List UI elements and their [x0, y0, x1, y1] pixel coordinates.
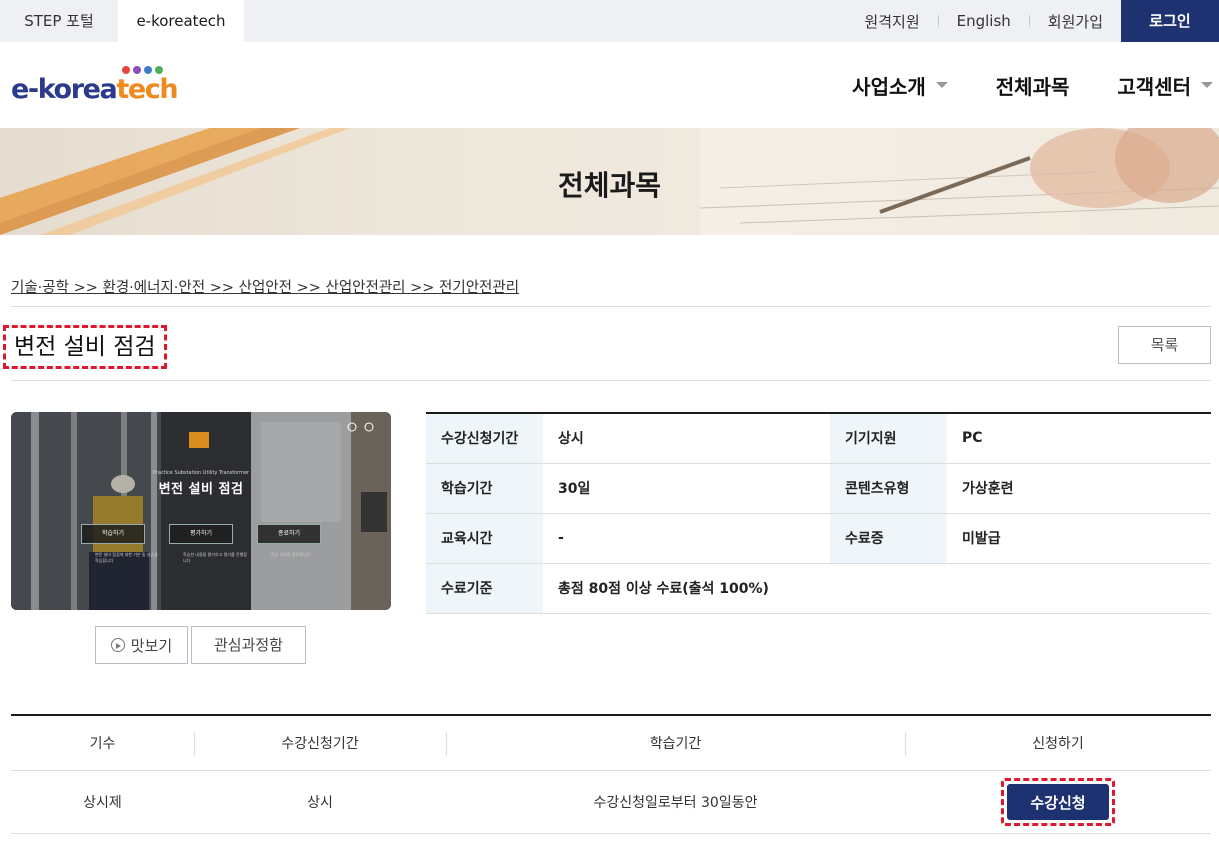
- nav-business-intro[interactable]: 사업소개: [852, 71, 948, 100]
- banner-title: 전체과목: [557, 169, 662, 202]
- apply-cell: 수강신청: [905, 771, 1211, 833]
- nav-label: 전체과목: [995, 74, 1070, 99]
- column-header: 신청하기: [1032, 736, 1084, 752]
- tab-e-koreatech[interactable]: e-koreatech: [118, 0, 244, 42]
- breadcrumb[interactable]: 기술·공학 >> 환경·에너지·안전 >> 산업안전 >> 산업안전관리 >> …: [11, 276, 519, 297]
- top-utility-bar: STEP 포털 e-koreatech 원격지원 English 회원가입 로그…: [0, 0, 1219, 42]
- logo-dot: [122, 66, 130, 74]
- course-info-table: 수강신청기간 상시 기기지원 PC 학습기간 30일 콘텐츠유형 가상훈련 교육…: [426, 412, 1211, 614]
- logo-dots: [122, 66, 163, 74]
- signup-link[interactable]: 회원가입: [1030, 11, 1121, 32]
- period-cell: 상시: [307, 795, 333, 811]
- info-value: 30일: [543, 463, 830, 514]
- duration-cell: 수강신청일로부터 30일동안: [593, 795, 758, 811]
- logo-dot: [155, 66, 163, 74]
- logo-main-text: e-korea: [11, 74, 118, 105]
- divider: [11, 380, 1211, 381]
- enroll-button[interactable]: 수강신청: [1007, 784, 1109, 820]
- info-label: 콘텐츠유형: [830, 463, 947, 514]
- thumb-desc: 변전 설비 점검에 대한 기본 및 실습을 학습합니다: [95, 552, 158, 563]
- thumb-study-button: 학습하기: [81, 524, 145, 544]
- nav-customer-center[interactable]: 고객센터: [1117, 71, 1213, 100]
- logo-accent-text: tech: [116, 74, 178, 105]
- info-value: 상시: [543, 413, 830, 464]
- chevron-down-icon: [935, 82, 948, 88]
- logo-dot: [144, 66, 152, 74]
- chevron-down-icon: [1201, 82, 1213, 88]
- column-header: 학습기간: [649, 736, 702, 752]
- remote-support-link[interactable]: 원격지원: [846, 11, 937, 32]
- enroll-highlight: 수강신청: [1001, 778, 1115, 826]
- thumb-exit-button: 종료하기: [257, 524, 321, 544]
- column-header: 수강신청기간: [281, 736, 359, 752]
- favorite-course-button[interactable]: 관심과정함: [191, 626, 306, 664]
- thumb-desc: 학습 과정을 종료합니다: [271, 552, 311, 557]
- info-row: 학습기간 30일 콘텐츠유형 가상훈련: [426, 463, 1211, 514]
- info-value: 미발급: [947, 513, 1211, 564]
- info-label: 수료기준: [426, 563, 543, 614]
- schedule-table: 기수 수강신청기간 학습기간 신청하기 상시제 상시 수강신청일로부터 30일동…: [11, 714, 1211, 834]
- info-label: 수강신청기간: [426, 413, 543, 464]
- info-label: 교육시간: [426, 513, 543, 564]
- nav-label: 사업소개: [852, 74, 926, 99]
- list-button[interactable]: 목록: [1118, 326, 1211, 364]
- info-value: PC: [947, 413, 1211, 464]
- info-row: 수강신청기간 상시 기기지원 PC: [426, 413, 1211, 464]
- info-label: 수료증: [830, 513, 947, 564]
- preview-button[interactable]: 맛보기: [95, 626, 188, 664]
- play-icon: [110, 638, 125, 652]
- info-value: 가상훈련: [947, 463, 1211, 514]
- info-row: 수료기준 총점 80점 이상 수료(출석 100%): [426, 563, 1211, 614]
- column-header: 기수: [89, 736, 116, 752]
- page-banner: 전체과목: [0, 128, 1219, 235]
- preview-label: 맛보기: [130, 636, 173, 655]
- nav-all-courses[interactable]: 전체과목: [996, 71, 1070, 100]
- thumbnail-caption: Practice Substation Utility Transformer: [152, 470, 250, 476]
- info-value: 총점 80점 이상 수료(출석 100%): [543, 563, 1211, 614]
- main-nav: 사업소개 전체과목 고객센터: [804, 42, 1213, 128]
- thumbnail-scene: [11, 412, 391, 610]
- tab-step-portal[interactable]: STEP 포털: [0, 0, 118, 42]
- divider: [11, 306, 1211, 307]
- nav-label: 고객센터: [1117, 74, 1191, 99]
- table-row: 상시제 상시 수강신청일로부터 30일동안 수강신청: [11, 771, 1211, 834]
- info-label: 학습기간: [426, 463, 543, 514]
- thumb-evaluate-button: 평가하기: [169, 524, 233, 544]
- english-link[interactable]: English: [939, 12, 1029, 30]
- login-button[interactable]: 로그인: [1121, 0, 1219, 42]
- logo-dot: [133, 66, 141, 74]
- thumb-desc: 학습한 내용을 평가하고 평가를 진행합니다: [183, 552, 247, 563]
- table-header-row: 기수 수강신청기간 학습기간 신청하기: [11, 716, 1211, 771]
- utility-links: 원격지원 English 회원가입: [846, 0, 1121, 42]
- term-cell: 상시제: [83, 795, 122, 811]
- thumbnail-title: 변전 설비 점검: [158, 482, 244, 497]
- site-header: e-koreatech 사업소개 전체과목 고객센터: [0, 42, 1219, 128]
- info-label: 기기지원: [830, 413, 947, 464]
- info-value: -: [543, 513, 830, 564]
- site-logo[interactable]: e-koreatech: [11, 66, 179, 110]
- page-title: 변전 설비 점검: [3, 325, 167, 369]
- info-row: 교육시간 - 수료증 미발급: [426, 513, 1211, 564]
- course-thumbnail[interactable]: Practice Substation Utility Transformer …: [11, 412, 391, 610]
